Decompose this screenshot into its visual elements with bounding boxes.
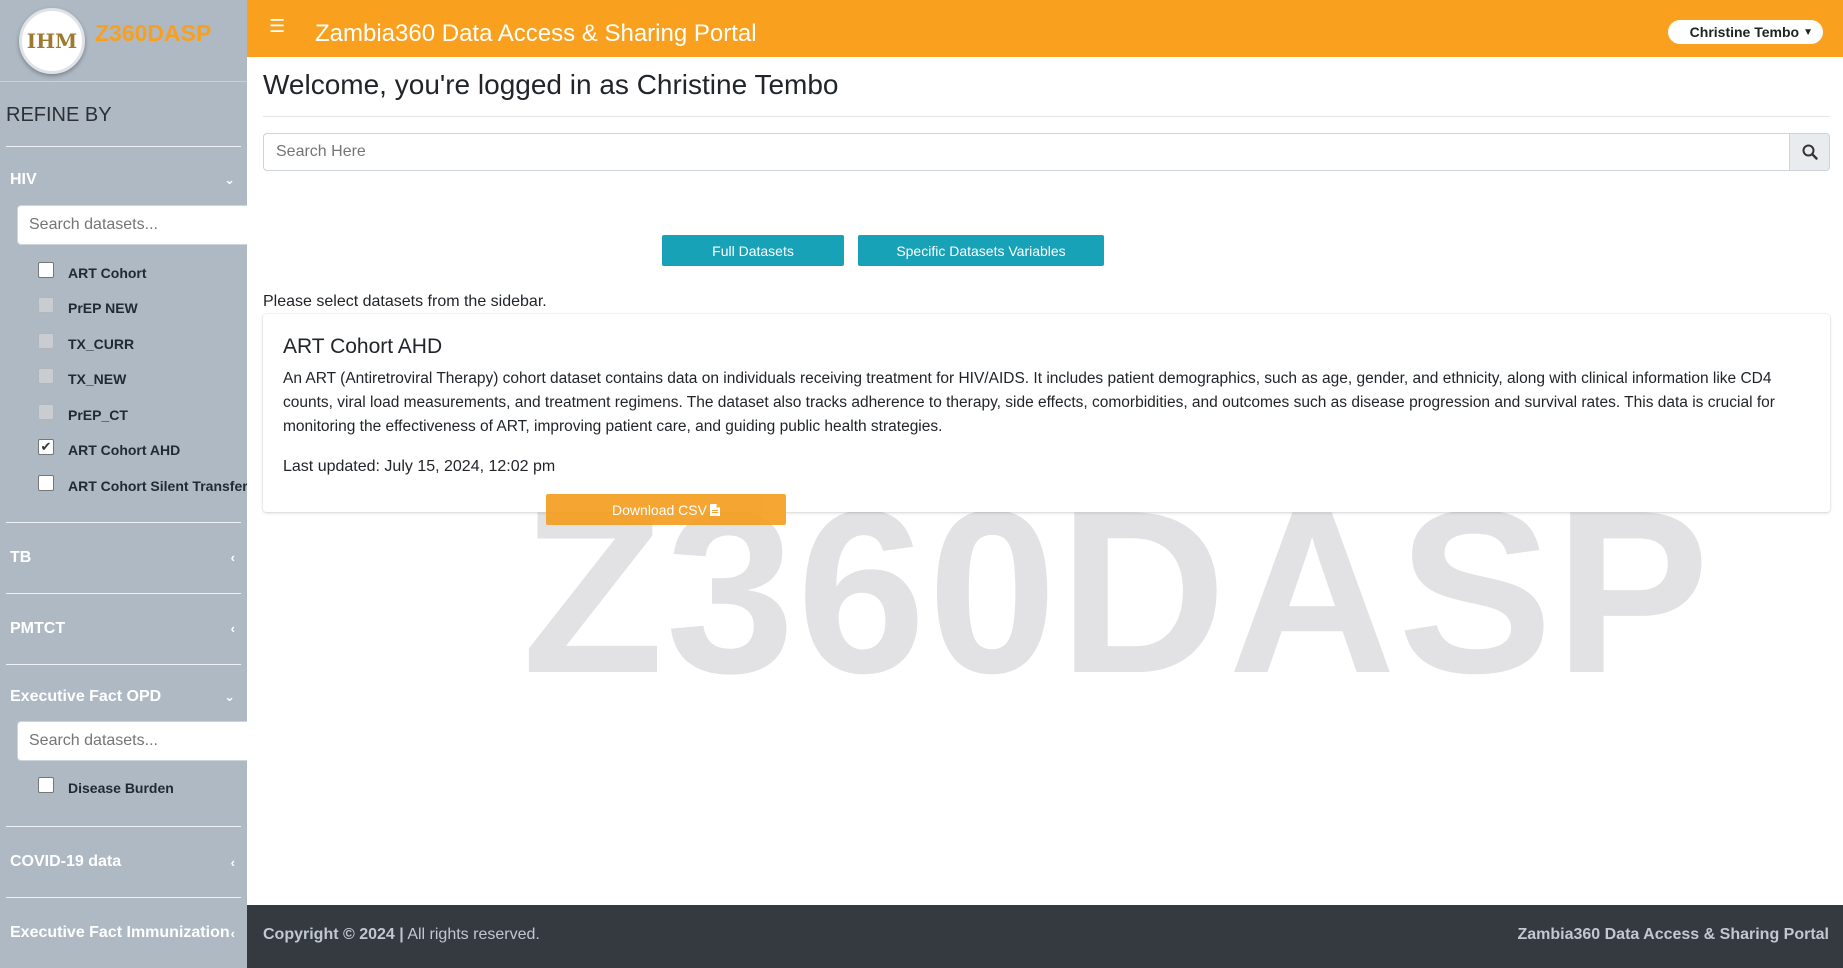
dataset-label: PrEP NEW <box>68 300 138 317</box>
main-search-button[interactable] <box>1790 133 1830 171</box>
checkbox[interactable] <box>38 261 54 278</box>
dataset-card: ART Cohort AHD An ART (Antiretroviral Th… <box>263 314 1830 525</box>
chevron-left-icon: ‹ <box>230 854 235 870</box>
dataset-label: TX_NEW <box>68 371 127 388</box>
group-label: HIV <box>10 171 37 188</box>
checkbox[interactable] <box>38 403 54 420</box>
chevron-down-icon: ⌄ <box>224 688 235 704</box>
list-item[interactable]: ✔ ART Cohort AHD <box>38 433 247 469</box>
download-label: Download CSV <box>612 501 707 518</box>
checkbox-checked[interactable]: ✔ <box>38 439 54 456</box>
opd-dataset-list: Disease Burden <box>0 761 247 815</box>
page-title: Welcome, you're logged in as Christine T… <box>263 69 839 100</box>
group-label: COVID-19 data <box>10 853 122 870</box>
group-label: Executive Fact OPD <box>10 687 162 705</box>
dataset-description: An ART (Antiretroviral Therapy) cohort d… <box>283 370 1775 435</box>
opd-search-input[interactable] <box>17 720 247 761</box>
chevron-left-icon: ‹ <box>230 925 235 941</box>
refine-by-label: REFINE BY <box>6 104 112 126</box>
chevron-left-icon: ‹ <box>230 550 235 565</box>
list-item[interactable]: PrEP_CT <box>38 397 247 433</box>
dataset-title: ART Cohort AHD <box>283 335 443 358</box>
group-head-pmtct[interactable]: PMTCT ‹ <box>0 594 247 664</box>
dataset-label: ART Cohort <box>68 264 147 281</box>
last-updated: Last updated: July 15, 2024, 12:02 pm <box>283 458 556 475</box>
brand[interactable]: IHM Z360DASP <box>0 0 247 82</box>
user-menu-button[interactable]: Christine Tembo ▼ <box>1667 20 1823 44</box>
dataset-label: ART Cohort Silent Transfers <box>68 477 247 494</box>
list-item[interactable]: Disease Burden <box>38 771 247 807</box>
checkbox[interactable] <box>38 332 54 349</box>
list-item[interactable]: ART Cohort Silent Transfers <box>38 468 247 504</box>
specific-datasets-variables-button[interactable]: Specific Datasets Variables <box>858 235 1104 266</box>
hiv-search <box>17 205 247 245</box>
chevron-down-icon: ⌄ <box>224 172 235 187</box>
divider <box>263 116 1830 117</box>
sidebar: IHM Z360DASP REFINE BY HIV ⌄ ART Cohort … <box>0 0 247 968</box>
list-item[interactable]: PrEP NEW <box>38 291 247 327</box>
select-hint: Please select datasets from the sidebar. <box>263 293 547 310</box>
dataset-label: ART Cohort AHD <box>68 442 181 459</box>
brand-title: Z360DASP <box>95 20 212 46</box>
main-search-input[interactable] <box>263 133 1790 171</box>
rights-text: All rights reserved. <box>403 926 540 943</box>
dataset-label: PrEP_CT <box>68 406 128 423</box>
portal-title: Zambia360 Data Access & Sharing Portal <box>315 20 757 47</box>
group-label: PMTCT <box>10 619 66 637</box>
hiv-search-input[interactable] <box>17 205 247 245</box>
caret-down-icon: ▼ <box>1803 26 1813 38</box>
opd-search <box>17 720 247 761</box>
group-head-executive-fact-opd[interactable]: Executive Fact OPD ⌄ <box>0 665 247 721</box>
checkbox[interactable] <box>38 297 54 314</box>
list-item[interactable]: ART Cohort <box>38 255 247 291</box>
group-label: Executive Fact Immunization <box>10 924 230 941</box>
hiv-dataset-list: ART Cohort PrEP NEW TX_CURR TX_NEW PrEP_… <box>0 245 247 512</box>
top-navbar: ☰ Zambia360 Data Access & Sharing Portal… <box>247 0 1843 57</box>
group-label: TB <box>10 548 32 566</box>
hamburger-icon[interactable]: ☰ <box>269 16 285 37</box>
copyright-text: Copyright © 2024 | <box>263 926 404 943</box>
file-icon <box>709 503 720 516</box>
group-head-covid-19[interactable]: COVID-19 data ‹ <box>0 827 247 897</box>
download-csv-button[interactable]: Download CSV <box>546 494 786 525</box>
list-item[interactable]: TX_NEW <box>38 362 247 398</box>
group-head-hiv[interactable]: HIV ⌄ <box>0 147 247 205</box>
main-content: Z360DASP Welcome, you're logged in as Ch… <box>247 57 1843 905</box>
search-icon <box>1802 144 1818 160</box>
footer-portal-name: Zambia360 Data Access & Sharing Portal <box>1517 926 1829 943</box>
checkbox[interactable] <box>38 368 54 385</box>
brand-logo: IHM <box>19 7 85 74</box>
group-head-executive-fact-immunization[interactable]: Executive Fact Immunization ‹ <box>0 898 247 968</box>
group-head-tb[interactable]: TB ‹ <box>0 523 247 593</box>
list-item[interactable]: TX_CURR <box>38 326 247 362</box>
chevron-left-icon: ‹ <box>230 621 235 636</box>
main-search <box>263 133 1830 171</box>
full-datasets-button[interactable]: Full Datasets <box>662 235 844 266</box>
checkbox[interactable] <box>38 777 54 794</box>
footer-copyright: Copyright © 2024 | All rights reserved. <box>263 926 540 944</box>
dataset-label: TX_CURR <box>68 335 135 352</box>
checkbox[interactable] <box>38 474 54 491</box>
footer: Copyright © 2024 | All rights reserved. … <box>247 905 1843 968</box>
dataset-label: Disease Burden <box>68 780 174 797</box>
user-name: Christine Tembo <box>1689 24 1800 40</box>
